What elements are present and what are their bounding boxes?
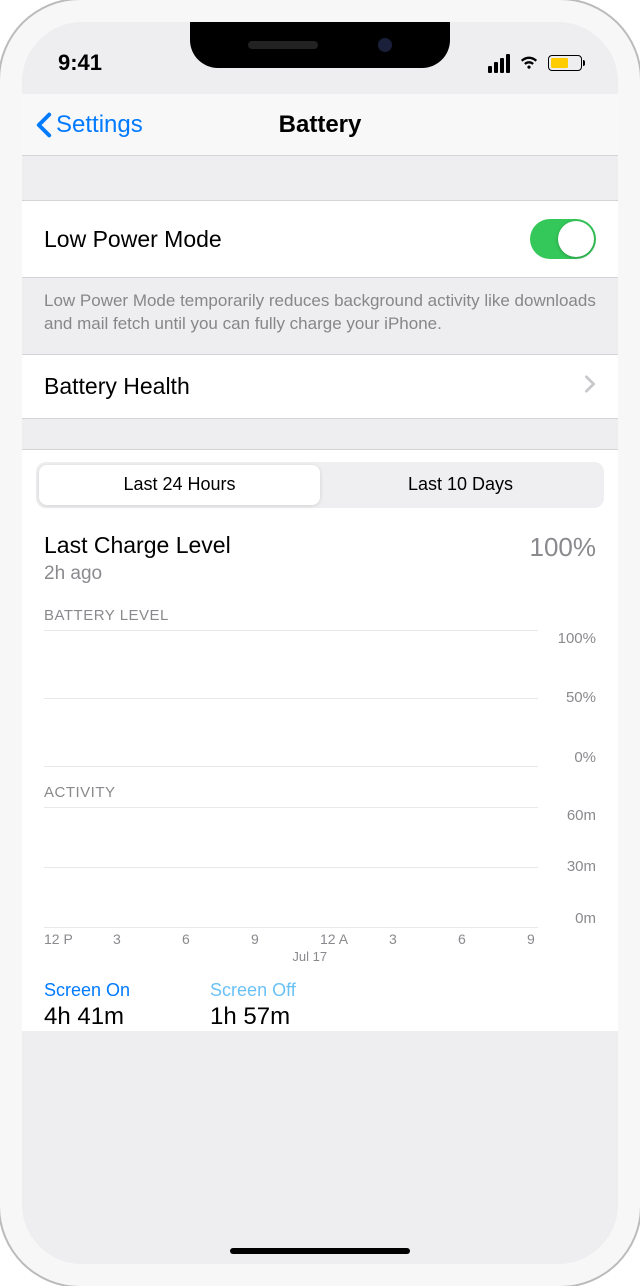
activity-title: ACTIVITY	[44, 784, 596, 801]
tab-last-10-days[interactable]: Last 10 Days	[320, 465, 601, 505]
last-charge-ago: 2h ago	[44, 563, 231, 585]
back-button[interactable]: Settings	[36, 111, 143, 139]
screen-off-label: Screen Off	[210, 980, 296, 1001]
wifi-icon	[518, 50, 540, 77]
low-power-mode-label: Low Power Mode	[44, 226, 222, 253]
tab-last-24-hours[interactable]: Last 24 Hours	[39, 465, 320, 505]
y-tick: 50%	[548, 689, 596, 706]
y-tick: 100%	[548, 630, 596, 647]
battery-level-chart	[44, 630, 538, 766]
screen-on-label: Screen On	[44, 980, 130, 1001]
y-tick: 60m	[548, 807, 596, 824]
screen-off-value: 1h 57m	[210, 1003, 296, 1031]
last-charge-pct: 100%	[530, 532, 597, 563]
page-title: Battery	[279, 111, 362, 139]
battery-level-title: BATTERY LEVEL	[44, 607, 596, 624]
chevron-left-icon	[36, 112, 52, 138]
back-label: Settings	[56, 111, 143, 139]
y-tick: 30m	[548, 858, 596, 875]
last-charge-title: Last Charge Level	[44, 532, 231, 559]
low-power-mode-desc: Low Power Mode temporarily reduces backg…	[22, 278, 618, 354]
low-power-mode-row: Low Power Mode	[22, 200, 618, 278]
activity-chart	[44, 807, 538, 927]
battery-health-label: Battery Health	[44, 373, 190, 400]
signal-icon	[488, 54, 510, 73]
time-range-segment: Last 24 Hours Last 10 Days	[36, 462, 604, 508]
chevron-right-icon	[584, 375, 596, 398]
battery-health-row[interactable]: Battery Health	[22, 354, 618, 419]
status-time: 9:41	[58, 50, 102, 76]
screen-on-value: 4h 41m	[44, 1003, 130, 1031]
y-tick: 0%	[548, 749, 596, 766]
navbar: Settings Battery	[22, 94, 618, 156]
last-charge-row: Last Charge Level 2h ago 100%	[22, 532, 618, 601]
low-power-mode-toggle[interactable]	[530, 219, 596, 259]
x-axis-labels: 12 P36912 A369	[44, 927, 596, 947]
home-indicator[interactable]	[230, 1248, 410, 1254]
y-tick: 0m	[548, 910, 596, 927]
x-axis-date: Jul 17	[44, 947, 596, 964]
battery-icon	[548, 55, 582, 71]
